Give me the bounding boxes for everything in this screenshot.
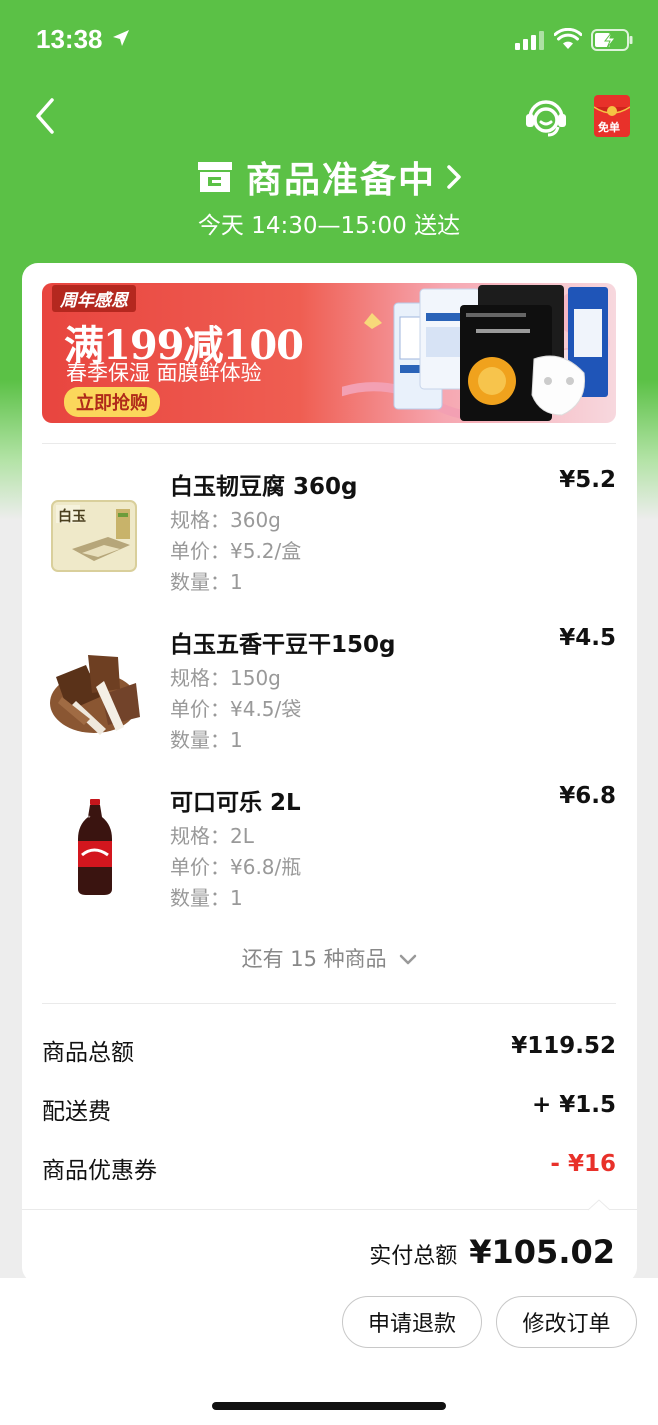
banner-cta-button[interactable]: 立即抢购 [64,387,160,417]
item-name: 白玉韧豆腐 360g [170,474,358,500]
divider [22,1209,637,1210]
item-quantity: 数量：1 [170,570,243,594]
divider [42,443,616,444]
coupon-label: 商品优惠券 [42,1158,157,1184]
order-item[interactable]: 白玉五香干豆干150g ¥4.5 规格：150g 单价：¥4.5/袋 数量：1 [42,619,616,759]
cellular-signal-icon [515,31,544,50]
tofu-product-image: 白玉 [42,479,146,583]
item-quantity: 数量：1 [170,886,243,910]
coupon-row: 商品优惠券 - ¥16 [42,1151,616,1191]
status-bar: 13:38 [0,0,658,80]
paid-total-row: 实付总额 ¥105.02 [369,1233,615,1271]
goods-total-label: 商品总额 [42,1040,134,1066]
banner-tag: 周年感恩 [52,285,136,312]
cola-bottle-image [42,795,146,899]
chevron-right-icon [447,165,461,189]
item-price: ¥4.5 [559,625,616,651]
free-order-redpacket-icon[interactable]: 免单 [593,95,631,137]
banner-subline: 春季保湿 面膜鲜体验 [66,361,262,385]
item-spec: 规格：360g [170,508,281,532]
goods-total-value: ¥119.52 [511,1033,616,1059]
item-spec: 规格：150g [170,666,281,690]
item-name: 可口可乐 2L [170,790,301,816]
item-quantity: 数量：1 [170,728,243,752]
item-price: ¥6.8 [559,783,616,809]
bottom-action-bar: 申请退款 修改订单 [0,1278,658,1425]
facemask-product-image [330,283,616,423]
free-order-label: 免单 [598,121,620,134]
modify-order-button[interactable]: 修改订单 [496,1296,637,1348]
item-price: ¥5.2 [559,467,616,493]
item-unit-price: 单价：¥6.8/瓶 [170,855,302,879]
item-name: 白玉五香干豆干150g [170,632,396,658]
battery-charging-icon [591,29,633,51]
paid-total-value: ¥105.02 [469,1233,615,1271]
item-unit-price: 单价：¥5.2/盒 [170,539,302,563]
tofu-package-label: 白玉 [58,509,86,525]
item-unit-price: 单价：¥4.5/袋 [170,697,302,721]
divider [42,1003,616,1004]
customer-service-icon[interactable] [522,92,570,140]
order-card: 周年感恩 满199减100 春季保湿 面膜鲜体验 立即抢购 白玉 白玉韧豆腐 3… [22,263,637,1283]
order-item[interactable]: 可口可乐 2L ¥6.8 规格：2L 单价：¥6.8/瓶 数量：1 [42,777,616,917]
home-indicator [212,1402,446,1410]
delivery-fee-value: + ¥1.5 [531,1092,616,1118]
coupon-value: - ¥16 [550,1151,616,1177]
more-items-text: 还有 15 种商品 [241,947,387,971]
item-spec: 规格：2L [170,824,254,848]
wifi-icon [554,28,582,49]
delivery-fee-label: 配送费 [42,1099,111,1125]
paid-total-label: 实付总额 [369,1244,458,1269]
order-status-text: 商品准备中 [245,160,436,201]
notch-arrow-icon [588,1199,610,1211]
goods-total-row: 商品总额 ¥119.52 [42,1033,616,1073]
chevron-down-icon [400,954,417,965]
back-arrow-icon[interactable] [30,96,60,136]
delivery-fee-row: 配送费 + ¥1.5 [42,1092,616,1132]
promo-banner[interactable]: 周年感恩 满199减100 春季保湿 面膜鲜体验 立即抢购 [42,283,616,423]
refund-button[interactable]: 申请退款 [342,1296,482,1348]
delivery-time: 今天 14:30—15:00 送达 [197,213,461,239]
order-status-title[interactable]: 商品准备中 [0,152,658,202]
store-icon [197,162,232,192]
location-arrow-icon [113,30,129,46]
show-more-items-button[interactable]: 还有 15 种商品 [22,943,637,973]
dried-tofu-product-image [42,637,146,741]
status-time: 13:38 [36,24,103,54]
order-item[interactable]: 白玉 白玉韧豆腐 360g ¥5.2 规格：360g 单价：¥5.2/盒 数量：… [42,461,616,601]
